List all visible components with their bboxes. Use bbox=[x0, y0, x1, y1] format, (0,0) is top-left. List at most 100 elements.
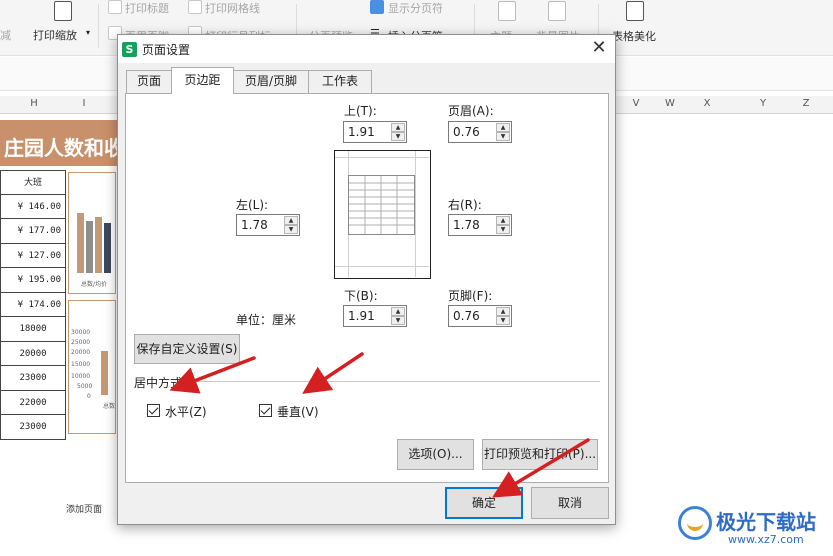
table-cell[interactable]: ¥ 195.00 bbox=[0, 268, 66, 293]
tab-sheet[interactable]: 工作表 bbox=[308, 70, 372, 93]
page-preview bbox=[334, 150, 431, 279]
footer-margin-input[interactable] bbox=[449, 306, 495, 326]
spin-up-icon[interactable]: ▲ bbox=[391, 307, 405, 316]
close-icon[interactable]: ✕ bbox=[589, 39, 609, 59]
site-watermark: 极光下载站 www.xz7.com bbox=[676, 500, 832, 552]
top-margin-spinner[interactable]: ▲▼ bbox=[343, 121, 407, 143]
right-margin-spinner[interactable]: ▲▼ bbox=[448, 214, 512, 236]
spin-up-icon[interactable]: ▲ bbox=[284, 216, 298, 225]
table-cell[interactable]: ¥ 127.00 bbox=[0, 243, 66, 268]
vertical-checkbox[interactable] bbox=[259, 404, 272, 417]
ribbon-print-scale[interactable]: 打印缩放 bbox=[33, 27, 77, 43]
cancel-button[interactable]: 取消 bbox=[531, 487, 609, 519]
spin-up-icon[interactable]: ▲ bbox=[496, 307, 510, 316]
tab-header-footer[interactable]: 页眉/页脚 bbox=[233, 70, 309, 93]
header-margin-label: 页眉(A): bbox=[448, 104, 494, 118]
footer-margin-spinner[interactable]: ▲▼ bbox=[448, 305, 512, 327]
header-margin-input[interactable] bbox=[449, 122, 495, 142]
spin-down-icon[interactable]: ▼ bbox=[496, 225, 510, 234]
right-margin-label: 右(R): bbox=[448, 198, 482, 212]
top-margin-label: 上(T): bbox=[344, 104, 377, 118]
ok-button[interactable]: 确定 bbox=[445, 487, 523, 519]
spin-down-icon[interactable]: ▼ bbox=[284, 225, 298, 234]
spin-up-icon[interactable]: ▲ bbox=[391, 123, 405, 132]
vertical-label[interactable]: 垂直(V) bbox=[277, 403, 319, 420]
spin-down-icon[interactable]: ▼ bbox=[496, 132, 510, 141]
print-gridlines-checkbox[interactable] bbox=[188, 0, 202, 14]
bottom-margin-input[interactable] bbox=[344, 306, 390, 326]
axis-tick: 20000 bbox=[71, 349, 91, 356]
ribbon-show-pagebreak[interactable]: 显示分页符 bbox=[388, 0, 443, 16]
table-cell[interactable]: 23000 bbox=[0, 366, 66, 391]
ribbon-print-title[interactable]: 打印标题 bbox=[125, 0, 169, 16]
column-label[interactable]: X bbox=[697, 98, 717, 109]
bottom-margin-spinner[interactable]: ▲▼ bbox=[343, 305, 407, 327]
spin-up-icon[interactable]: ▲ bbox=[496, 123, 510, 132]
margins-panel: 上(T): ▲▼ 页眉(A): ▲▼ 左(L): ▲▼ 右(R): ▲▼ bbox=[125, 93, 609, 483]
preview-table bbox=[348, 175, 415, 235]
table-cell[interactable]: 20000 bbox=[0, 341, 66, 366]
print-preview-button[interactable]: 打印预览和打印(P)... bbox=[482, 439, 598, 470]
axis-tick: 25000 bbox=[71, 339, 91, 346]
table-cell[interactable]: ¥ 146.00 bbox=[0, 194, 66, 219]
chart-bar bbox=[86, 221, 93, 273]
options-button[interactable]: 选项(O)... bbox=[397, 439, 474, 470]
dialog-title: 页面设置 bbox=[142, 43, 191, 57]
sheet-title-banner: 庄园人数和收 bbox=[0, 120, 124, 166]
chart-bar bbox=[104, 223, 111, 273]
page-setup-dialog: S 页面设置 ✕ 页面 页边距 页眉/页脚 工作表 上(T): ▲▼ 页眉(A)… bbox=[117, 34, 616, 525]
chart-bar bbox=[101, 351, 108, 395]
sheet-title: 庄园人数和收 bbox=[4, 136, 124, 160]
mini-bar-chart-2[interactable]: 30000 25000 20000 15000 10000 5000 0 总数 bbox=[68, 300, 116, 434]
table-cell[interactable]: 22000 bbox=[0, 390, 66, 415]
ribbon-item-shrink[interactable]: 减 bbox=[0, 27, 11, 43]
spin-down-icon[interactable]: ▼ bbox=[496, 316, 510, 325]
column-label[interactable]: W bbox=[660, 98, 680, 109]
aurora-logo-icon bbox=[678, 506, 712, 540]
ribbon-print-gridlines[interactable]: 打印网格线 bbox=[205, 0, 260, 16]
table-cell[interactable]: 23000 bbox=[0, 415, 66, 440]
mini-bar-chart[interactable]: 总数/均价 bbox=[68, 172, 116, 294]
chevron-down-icon: ▾ bbox=[86, 28, 91, 37]
tab-margins[interactable]: 页边距 bbox=[171, 67, 234, 94]
horizontal-checkbox[interactable] bbox=[147, 404, 160, 417]
bottom-margin-label: 下(B): bbox=[344, 289, 378, 303]
axis-tick: 0 bbox=[87, 393, 91, 400]
column-label[interactable]: Z bbox=[796, 98, 816, 109]
left-margin-input[interactable] bbox=[237, 215, 283, 235]
table-cell[interactable]: ¥ 174.00 bbox=[0, 292, 66, 317]
column-label[interactable]: Y bbox=[753, 98, 773, 109]
table-cell[interactable]: ¥ 177.00 bbox=[0, 219, 66, 244]
column-label[interactable]: I bbox=[74, 98, 94, 109]
spin-down-icon[interactable]: ▼ bbox=[391, 132, 405, 141]
header-margin-spinner[interactable]: ▲▼ bbox=[448, 121, 512, 143]
dialog-titlebar[interactable]: S 页面设置 ✕ bbox=[118, 35, 615, 63]
axis-tick: 10000 bbox=[71, 373, 91, 380]
watermark-text: 极光下载站 bbox=[716, 510, 816, 534]
chart-label: 总数 bbox=[103, 403, 116, 410]
theme-icon bbox=[498, 1, 516, 21]
spin-down-icon[interactable]: ▼ bbox=[391, 316, 405, 325]
tab-page[interactable]: 页面 bbox=[126, 70, 172, 93]
section-divider bbox=[190, 381, 600, 382]
ribbon-table-beautify[interactable]: 表格美化 bbox=[612, 28, 656, 44]
table-header-cell[interactable]: 大班 bbox=[0, 170, 66, 195]
horizontal-label[interactable]: 水平(Z) bbox=[165, 403, 207, 420]
print-title-icon bbox=[108, 0, 122, 14]
axis-tick: 15000 bbox=[71, 361, 91, 368]
save-custom-button[interactable]: 保存自定义设置(S) bbox=[134, 334, 240, 364]
top-margin-input[interactable] bbox=[344, 122, 390, 142]
print-scale-icon bbox=[54, 1, 72, 21]
right-margin-input[interactable] bbox=[449, 215, 495, 235]
spin-up-icon[interactable]: ▲ bbox=[496, 216, 510, 225]
wps-logo-icon: S bbox=[122, 42, 137, 57]
column-label[interactable]: H bbox=[24, 98, 44, 109]
left-margin-spinner[interactable]: ▲▼ bbox=[236, 214, 300, 236]
axis-tick: 5000 bbox=[77, 383, 93, 390]
add-page-link[interactable]: 添加页面 bbox=[66, 502, 102, 515]
column-label[interactable]: V bbox=[626, 98, 646, 109]
unit-label: 单位：厘米 bbox=[236, 313, 297, 327]
table-cell[interactable]: 18000 bbox=[0, 317, 66, 342]
axis-tick: 30000 bbox=[71, 329, 91, 336]
show-pagebreak-checkbox[interactable] bbox=[370, 0, 384, 14]
